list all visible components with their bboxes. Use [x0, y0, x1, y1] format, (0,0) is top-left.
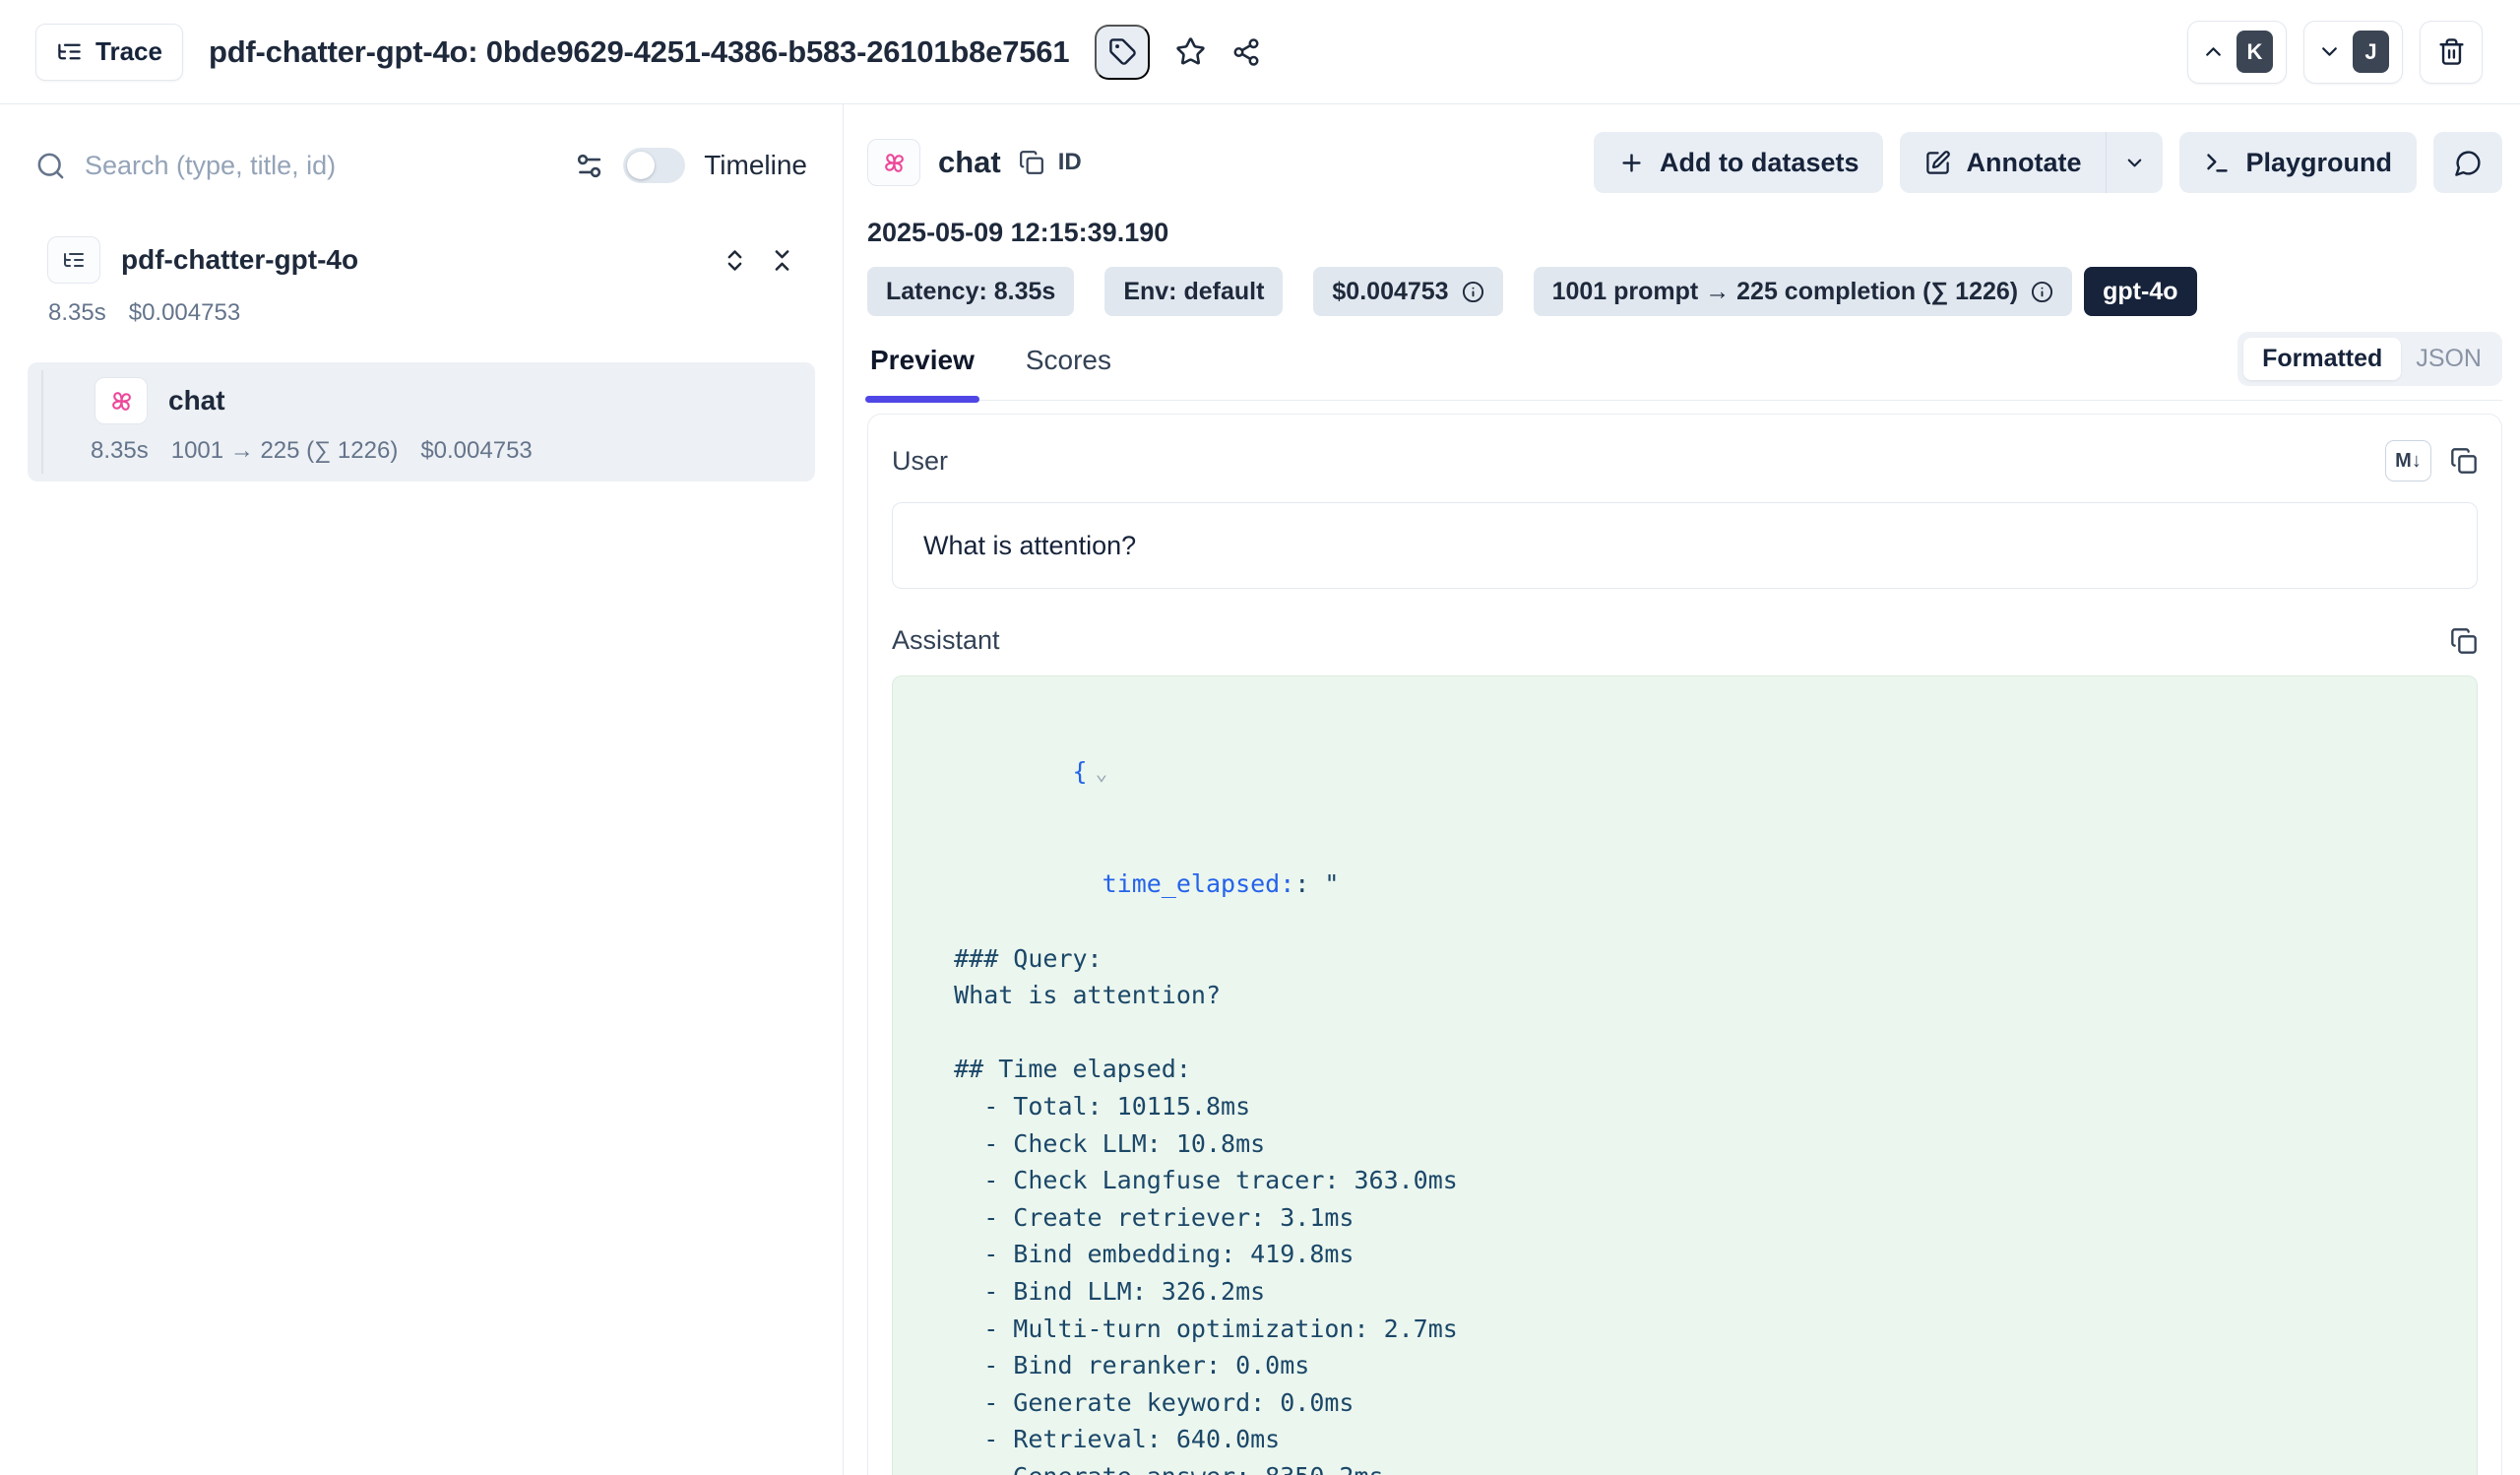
chevron-down-icon: [2317, 39, 2342, 64]
token-usage-value: 1001 prompt → 225 completion (∑ 1226): [1552, 278, 2019, 306]
json-open-brace: {: [1073, 757, 1088, 786]
view-settings-icon[interactable]: [574, 151, 604, 181]
observation-cost: $0.004753: [420, 437, 532, 465]
prev-observation-button[interactable]: K: [2187, 21, 2287, 84]
generation-pinwheel-icon: [881, 150, 908, 176]
tree-controls: [722, 247, 795, 274]
generation-pinwheel-icon: [108, 388, 135, 415]
trace-name: pdf-chatter-gpt-4o: [121, 244, 701, 276]
list-tree-icon: [62, 248, 86, 272]
trace-tree: pdf-chatter-gpt-4o 8.35s $0.004753: [35, 236, 807, 481]
cost-value: $0.004753: [1332, 278, 1448, 306]
tree-item-chat-selected[interactable]: chat 8.35s 1001 → 225 (∑ 1226) $0.004753: [28, 362, 815, 481]
copy-icon[interactable]: [2450, 447, 2478, 475]
generation-type-badge: [867, 139, 920, 186]
add-to-datasets-button[interactable]: Add to datasets: [1594, 132, 1884, 193]
star-icon: [1175, 36, 1206, 67]
trace-latency: 8.35s: [48, 299, 106, 327]
search-icon: [35, 151, 66, 181]
assistant-output-box: { ⌄ time_elapsed:: " ### Query: What is a…: [892, 675, 2478, 1475]
metric-badges-row: Latency: 8.35s Env: default $0.004753 10…: [867, 267, 2502, 316]
detail-tabs: Preview Scores Formatted JSON: [867, 330, 2502, 401]
trash-icon: [2437, 37, 2466, 66]
observation-title: chat: [938, 145, 1001, 180]
trace-type-badge: [47, 236, 100, 284]
observation-latency: 8.35s: [91, 437, 149, 465]
trace-button-label: Trace: [95, 36, 162, 67]
latency-badge: Latency: 8.35s: [867, 267, 1074, 316]
plus-icon: [1618, 150, 1645, 176]
toggle-knob: [627, 152, 655, 179]
token-usage-badge[interactable]: 1001 prompt → 225 completion (∑ 1226): [1534, 267, 2073, 316]
info-icon: [2031, 281, 2053, 303]
page-title: pdf-chatter-gpt-4o: 0bde9629-4251-4386-b…: [209, 34, 1069, 70]
share-button[interactable]: [1231, 37, 1261, 67]
generation-type-badge: [94, 377, 148, 424]
format-toggle-group: Formatted JSON: [2237, 332, 2502, 386]
assistant-section-label: Assistant: [892, 625, 1000, 656]
terminal-icon: [2204, 150, 2231, 176]
next-observation-button[interactable]: J: [2303, 21, 2403, 84]
share-icon: [1231, 37, 1261, 67]
io-preview-container: User M↓ What is attention? Assistant: [867, 414, 2502, 1475]
user-section-label: User: [892, 446, 948, 477]
tag-icon: [1108, 37, 1137, 66]
observation-name: chat: [168, 385, 225, 417]
model-badge[interactable]: gpt-4o: [2084, 267, 2196, 316]
keyboard-shortcut-badge: K: [2236, 31, 2273, 73]
observation-metrics: 8.35s 1001 → 225 (∑ 1226) $0.004753: [28, 437, 815, 465]
json-key: time_elapsed:: [1102, 869, 1295, 898]
search-input[interactable]: [85, 151, 555, 181]
user-message-box: What is attention?: [892, 502, 2478, 589]
copy-icon[interactable]: [2450, 627, 2478, 655]
markdown-toggle-button[interactable]: M↓: [2385, 440, 2431, 481]
trace-cost: $0.004753: [129, 299, 240, 327]
list-tree-icon: [56, 38, 83, 65]
info-icon: [1462, 281, 1484, 303]
expand-all-icon[interactable]: [722, 247, 748, 274]
annotate-split-button: Annotate: [1900, 132, 2163, 193]
copy-id-icon[interactable]: [1019, 150, 1044, 175]
json-toggle[interactable]: JSON: [2401, 338, 2496, 380]
tag-button[interactable]: [1095, 25, 1150, 80]
top-bar: Trace pdf-chatter-gpt-4o: 0bde9629-4251-…: [0, 0, 2520, 104]
observation-timestamp: 2025-05-09 12:15:39.190: [867, 218, 2502, 248]
tab-preview[interactable]: Preview: [867, 337, 977, 400]
tab-scores[interactable]: Scores: [1023, 337, 1114, 400]
tree-root-trace[interactable]: pdf-chatter-gpt-4o: [35, 236, 807, 284]
comments-button[interactable]: [2433, 132, 2502, 193]
square-pen-icon: [1924, 150, 1951, 176]
collapse-all-icon[interactable]: [769, 247, 795, 274]
user-message-text: What is attention?: [923, 531, 1136, 561]
id-label: ID: [1058, 149, 1082, 176]
json-key-separator: : ": [1294, 869, 1339, 898]
timeline-toggle-label: Timeline: [704, 150, 807, 181]
tree-search-row: Timeline: [35, 134, 807, 197]
playground-label: Playground: [2245, 148, 2392, 178]
keyboard-shortcut-badge: J: [2353, 31, 2389, 73]
annotate-dropdown-button[interactable]: [2107, 132, 2163, 193]
star-button[interactable]: [1175, 36, 1206, 67]
chevron-up-icon: [2201, 39, 2226, 64]
annotate-button[interactable]: Annotate: [1900, 132, 2107, 193]
tree-guide-line: [41, 370, 43, 474]
trace-metrics: 8.35s $0.004753: [48, 299, 807, 327]
trace-tree-sidebar: Timeline pdf-chatter-gpt-4o: [0, 104, 844, 1475]
trace-button[interactable]: Trace: [35, 24, 183, 81]
env-badge: Env: default: [1104, 267, 1283, 316]
message-bubble-icon: [2454, 149, 2483, 177]
delete-trace-button[interactable]: [2420, 21, 2483, 84]
topbar-actions: K J: [2187, 21, 2483, 84]
playground-button[interactable]: Playground: [2179, 132, 2417, 193]
formatted-toggle[interactable]: Formatted: [2243, 338, 2401, 380]
observation-detail-panel: chat ID Add to datasets Ann: [844, 104, 2520, 1475]
chevron-down-icon: [2123, 152, 2146, 174]
annotate-label: Annotate: [1966, 148, 2081, 178]
collapse-chevron-icon[interactable]: ⌄: [1096, 761, 1108, 785]
add-to-datasets-label: Add to datasets: [1660, 148, 1859, 178]
timeline-toggle[interactable]: [623, 148, 685, 183]
observation-tokens: 1001 → 225 (∑ 1226): [171, 437, 399, 465]
cost-badge[interactable]: $0.004753: [1313, 267, 1502, 316]
assistant-output-text: ### Query: What is attention? ## Time el…: [924, 940, 2447, 1475]
